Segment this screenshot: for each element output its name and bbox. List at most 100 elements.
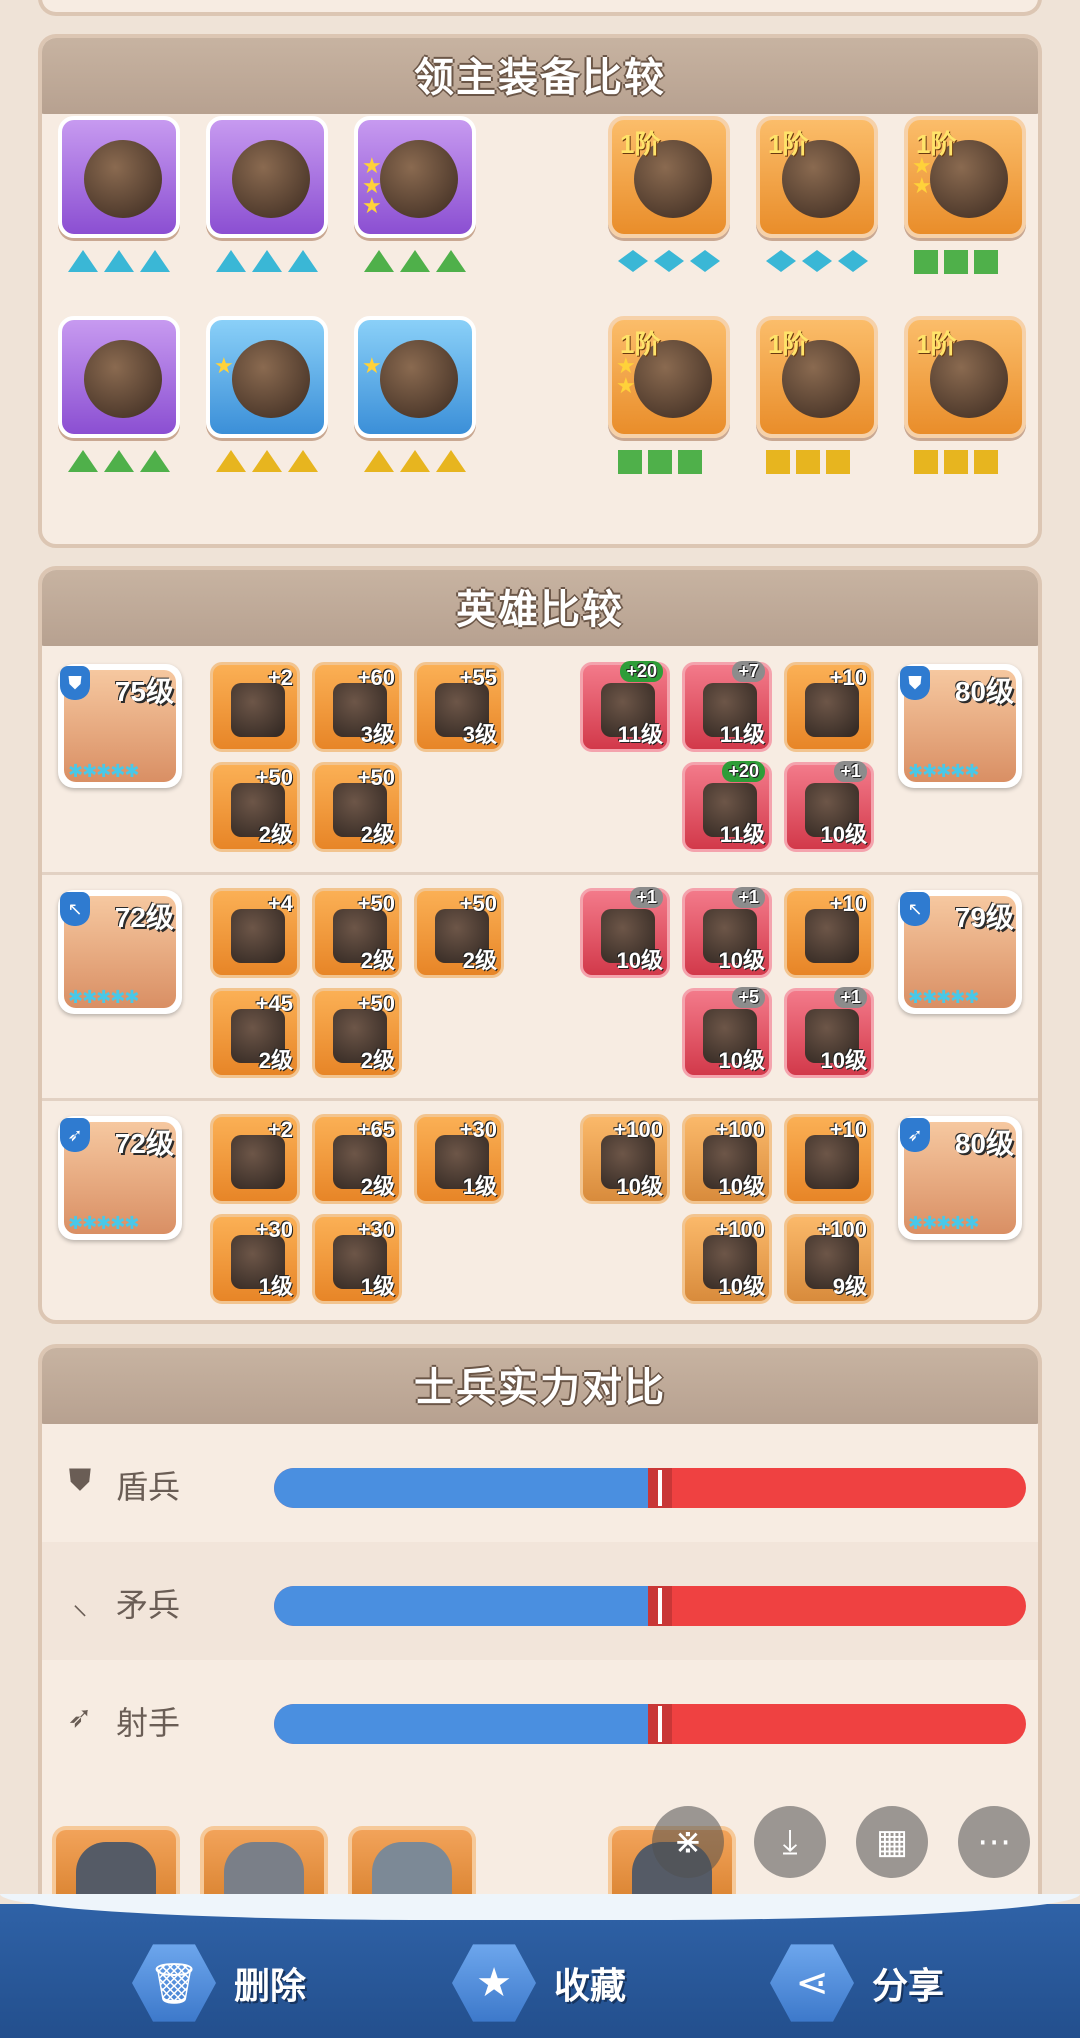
hero-equipment-slot[interactable]: +55 3级: [414, 662, 504, 752]
equipment-level: 2级: [360, 822, 395, 847]
troop-power-bar: [274, 1586, 1026, 1626]
hero-equipment-slot[interactable]: +100 10级: [682, 1214, 772, 1304]
lord-equipment-slot[interactable]: [206, 116, 328, 238]
hero-equipment-slot[interactable]: +10: [784, 1114, 874, 1204]
favorite-button[interactable]: ★ 收藏: [452, 1938, 626, 2028]
hero-equipment-slot[interactable]: +1 10级: [682, 887, 772, 978]
hero-equipment-slot[interactable]: +100 9级: [784, 1214, 874, 1304]
troop-row: ⸜ 矛兵: [42, 1542, 1038, 1660]
share-button[interactable]: ⋖ 分享: [770, 1938, 944, 2028]
magic-wand-button[interactable]: ⋇: [652, 1806, 724, 1878]
gem-slots: [618, 250, 720, 272]
enhance-value: +45: [255, 991, 293, 1016]
hero-equipment-slot[interactable]: +2: [210, 1114, 300, 1204]
left-power-fill: [274, 1704, 650, 1744]
gem-icon: [802, 250, 832, 272]
gem-icon: [654, 250, 684, 272]
gem-icon: [400, 450, 430, 472]
lord-equipment-slot[interactable]: [58, 316, 180, 438]
lord-equipment-slot[interactable]: ★: [206, 316, 328, 438]
equipment-level: 11级: [617, 722, 663, 747]
coat-icon: [380, 140, 458, 218]
hero-portrait[interactable]: ↖ 79级 ✱✱✱✱✱: [898, 890, 1022, 1014]
hero-level: 72级: [114, 1128, 174, 1159]
hero-level: 80级: [954, 1128, 1014, 1159]
hero-equipment-slot[interactable]: +5 10级: [682, 987, 772, 1078]
bow-icon: ➶: [900, 1118, 930, 1152]
hero-portrait[interactable]: ⛊ 75级 ✱✱✱✱✱: [58, 664, 182, 788]
enhance-value: +1: [630, 887, 663, 908]
hero-equipment-slot[interactable]: +100 10级: [682, 1114, 772, 1204]
hero-equipment-slot[interactable]: +10: [784, 662, 874, 752]
hero-equipment-slot[interactable]: +30 1级: [312, 1214, 402, 1304]
gem-slots: [216, 250, 318, 272]
hero-portrait[interactable]: ➶ 80级 ✱✱✱✱✱: [898, 1116, 1022, 1240]
skill-stars: ✱✱✱✱✱: [68, 987, 139, 1007]
equipment-level: 10级: [718, 1048, 765, 1073]
lord-equipment-slot[interactable]: ★: [354, 316, 476, 438]
lord-equipment-slot[interactable]: 1阶: [756, 316, 878, 438]
hero-equipment-slot[interactable]: +60 3级: [312, 662, 402, 752]
lord-equipment-title: 领主装备比较: [42, 38, 1038, 114]
hero-equipment-slot[interactable]: +20 11级: [682, 761, 772, 852]
equipment-level: 1级: [360, 1274, 395, 1299]
lord-equipment-slot[interactable]: ★ ★ ★: [354, 116, 476, 238]
grid-button[interactable]: ▦: [856, 1806, 928, 1878]
more-button[interactable]: ⋯: [958, 1806, 1030, 1878]
lord-equipment-slot[interactable]: 1阶 ★ ★: [904, 116, 1026, 238]
lord-equipment-slot[interactable]: 1阶: [608, 116, 730, 238]
left-power-fill: [274, 1586, 650, 1626]
hero-equipment-slot[interactable]: +50 2级: [210, 762, 300, 852]
lord-equipment-slot[interactable]: 1阶: [756, 116, 878, 238]
hero-equipment-slot[interactable]: +30 1级: [210, 1214, 300, 1304]
skill-stars: ✱✱✱✱✱: [908, 987, 979, 1007]
hero-equipment-slot[interactable]: +1 10级: [784, 761, 874, 852]
hero-equipment-slot[interactable]: +50 2级: [312, 988, 402, 1078]
enhance-value: +100: [715, 1117, 765, 1142]
hero-equipment-slot[interactable]: +45 2级: [210, 988, 300, 1078]
lord-equipment-slot[interactable]: 1阶: [904, 316, 1026, 438]
equipment-level: 10级: [820, 822, 867, 847]
troop-power-bar: [274, 1468, 1026, 1508]
star-rating: ★ ★ ★: [362, 153, 382, 218]
hero-compare-title: 英雄比较: [42, 570, 1038, 646]
hero-equipment-slot[interactable]: +4: [210, 888, 300, 978]
equipment-level: 1级: [462, 1174, 497, 1199]
hero-equipment-slot[interactable]: +20 11级: [580, 661, 670, 752]
hero-equipment-slot[interactable]: +50 2级: [414, 888, 504, 978]
hero-portrait[interactable]: ↖ 72级 ✱✱✱✱✱: [58, 890, 182, 1014]
enhance-value: +30: [357, 1217, 395, 1242]
equipment-level: 10级: [820, 1048, 867, 1073]
troop-label: 盾兵: [116, 1469, 181, 1505]
hero-level: 80级: [954, 676, 1014, 707]
hero-equipment-slot[interactable]: +7 11级: [682, 661, 772, 752]
hero-equipment-slot[interactable]: +30 1级: [414, 1114, 504, 1204]
hero-equipment-slot[interactable]: +2: [210, 662, 300, 752]
bow-icon: ➶: [60, 1118, 90, 1152]
hero-equipment-slot[interactable]: +65 2级: [312, 1114, 402, 1204]
gem-slots: [68, 450, 170, 472]
download-button[interactable]: ⤓: [754, 1806, 826, 1878]
enhance-value: +100: [715, 1217, 765, 1242]
gem-icon: [140, 250, 170, 272]
lord-equipment-slot[interactable]: [58, 116, 180, 238]
gem-icon: [914, 450, 938, 474]
hero-equipment-slot[interactable]: +10: [784, 888, 874, 978]
hero-equipment-slot[interactable]: +100 10级: [580, 1114, 670, 1204]
gem-icon: [618, 450, 642, 474]
lord-equipment-slot[interactable]: 1阶 ★ ★: [608, 316, 730, 438]
hero-equipment-slot[interactable]: +1 10级: [580, 887, 670, 978]
delete-button[interactable]: 🗑 删除: [132, 1938, 306, 2028]
hero-portrait[interactable]: ⛊ 80级 ✱✱✱✱✱: [898, 664, 1022, 788]
hero-equipment-slot[interactable]: +50 2级: [312, 888, 402, 978]
hero-equipment-slot[interactable]: +1 10级: [784, 987, 874, 1078]
equipment-level: 9级: [832, 1274, 867, 1299]
hero-portrait[interactable]: ➶ 72级 ✱✱✱✱✱: [58, 1116, 182, 1240]
hero-equipment-slot[interactable]: +50 2级: [312, 762, 402, 852]
gem-icon: [436, 450, 466, 472]
left-power-fill: [274, 1468, 650, 1508]
split-marker: [648, 1586, 672, 1626]
equipment-icon: [805, 909, 859, 963]
gem-icon: [838, 250, 868, 272]
enhance-value: +1: [834, 761, 867, 782]
